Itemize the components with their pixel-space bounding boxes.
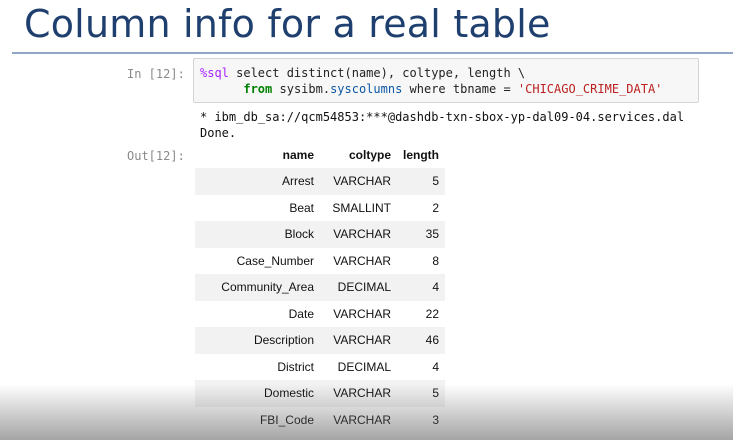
cell-name: Beat [289,200,314,215]
table-row: FBI_Code VARCHAR 3 [195,407,445,434]
cell-coltype: SMALLINT [332,200,391,215]
code-schema: sysibm. [272,82,331,96]
code-line-1: %sql select distinct(name), coltype, len… [200,66,525,80]
cell-length: 3 [432,412,439,427]
table-row: Block VARCHAR 35 [195,221,445,248]
input-prompt: In [12]: [127,67,185,81]
result-table: name coltype length Arrest VARCHAR 5 Bea… [195,142,445,433]
sql-magic: %sql [200,66,229,80]
cell-name: Case_Number [236,253,314,268]
cell-name: District [277,359,314,374]
cell-coltype: VARCHAR [320,221,397,248]
header-coltype: coltype [348,148,391,162]
done-output: Done. [200,126,237,140]
header-name: name [282,148,314,162]
code-where-clause: where tbname = [402,82,518,96]
table-header-row: name coltype length [195,142,445,168]
cell-name: Domestic [195,380,320,407]
code-string-literal: 'CHICAGO_CRIME_DATA' [517,82,663,96]
cell-length: 35 [397,221,445,248]
slide-title: Column info for a real table [24,2,551,46]
table-row: District DECIMAL 4 [195,354,445,381]
cell-name: Description [195,327,320,354]
cell-coltype: VARCHAR [320,380,397,407]
output-prompt: Out[12]: [127,149,185,163]
cell-name: Block [195,221,320,248]
cell-coltype: VARCHAR [333,412,391,427]
table-row: Domestic VARCHAR 5 [195,380,445,407]
cell-name: Arrest [195,168,320,195]
cell-coltype: DECIMAL [320,274,397,301]
cell-length: 4 [432,359,439,374]
cell-length: 4 [397,274,445,301]
table-row: Community_Area DECIMAL 4 [195,274,445,301]
table-row: Description VARCHAR 46 [195,327,445,354]
code-input-cell[interactable]: %sql select distinct(name), coltype, len… [193,58,699,103]
cell-length: 5 [397,168,445,195]
cell-coltype: VARCHAR [333,253,391,268]
cell-length: 22 [425,306,439,321]
cell-name: Community_Area [195,274,320,301]
code-table-name: syscolumns [330,82,403,96]
cell-length: 5 [397,380,445,407]
title-divider [12,52,733,54]
cell-coltype: DECIMAL [337,359,391,374]
cell-name: FBI_Code [259,412,314,427]
cell-coltype: VARCHAR [333,306,391,321]
cell-length: 8 [432,253,439,268]
cell-coltype: VARCHAR [320,168,397,195]
table-row: Case_Number VARCHAR 8 [195,248,445,275]
code-select-clause: select distinct(name), coltype, length \ [228,66,526,80]
cell-coltype: VARCHAR [320,327,397,354]
code-from-keyword: from [243,82,273,96]
table-row: Date VARCHAR 22 [195,301,445,328]
table-row: Beat SMALLINT 2 [195,195,445,222]
connection-output: * ibm_db_sa://qcm54853:***@dashdb-txn-sb… [200,110,685,124]
cell-name: Date [288,306,314,321]
cell-length: 46 [397,327,445,354]
table-row: Arrest VARCHAR 5 [195,168,445,195]
header-length: length [403,148,439,162]
cell-length: 2 [432,200,439,215]
code-line-2: from sysibm.syscolumns where tbname = 'C… [200,82,662,96]
